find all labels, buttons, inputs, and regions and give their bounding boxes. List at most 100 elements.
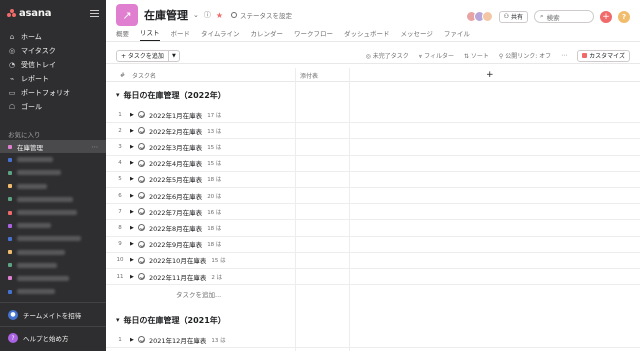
favorite-item[interactable] [0,193,106,206]
task-name[interactable]: 2022年2月在庫表 [149,126,202,136]
project-chart-icon[interactable]: ↗ [116,4,138,26]
complete-checkbox-icon[interactable] [138,336,145,344]
table-row[interactable]: 1 ▶ 2022年1月在庫表 17 は [106,107,640,124]
expand-subtasks-icon[interactable]: ▶ [130,112,138,118]
favorite-item-inventory[interactable]: 在庫管理 ⋯ [0,140,106,154]
task-name[interactable]: 2022年10月在庫表 [149,255,206,265]
task-name[interactable]: 2022年8月在庫表 [149,223,202,233]
table-row[interactable]: 9 ▶ 2022年9月在庫表 18 は [106,237,640,253]
favorite-item[interactable] [0,206,106,219]
task-name[interactable]: 2022年6月在庫表 [149,191,202,201]
more-options-icon[interactable]: ⋯ [561,52,567,59]
expand-subtasks-icon[interactable]: ▶ [130,176,138,182]
customize-button[interactable]: カスタマイズ [577,49,630,62]
star-icon[interactable]: ★ [216,11,223,20]
favorite-item[interactable] [0,232,106,245]
set-status-button[interactable]: ステータスを設定 [231,10,292,20]
share-button[interactable]: ⚇ 共有 [498,10,528,23]
expand-subtasks-icon[interactable]: ▶ [130,274,138,280]
table-row[interactable]: 10 ▶ 2022年10月在庫表 15 は [106,253,640,269]
expand-subtasks-icon[interactable]: ▶ [130,128,138,134]
column-header-attachment[interactable]: 添付表 [300,68,318,82]
more-options-icon[interactable]: ⋯ [92,143,99,151]
collapse-triangle-icon[interactable]: ▾ [116,91,120,99]
sort-button[interactable]: ⇅ ソート [464,51,489,60]
task-name[interactable]: 2022年4月在庫表 [149,158,202,168]
add-task-inline-button[interactable]: タスクを追加... [176,289,221,299]
table-row[interactable]: 2 ▶ 2022年2月在庫表 13 は [106,123,640,140]
add-task-button[interactable]: + タスクを追加 ▼ [116,49,180,62]
tab-4[interactable]: カレンダー [251,28,284,41]
complete-checkbox-icon[interactable] [138,273,145,281]
expand-subtasks-icon[interactable]: ▶ [130,209,138,215]
tab-1[interactable]: リスト [140,27,160,41]
help-button[interactable]: ? [618,10,630,23]
tab-8[interactable]: ファイル [444,28,470,41]
invite-teammates-button[interactable]: ● チームメイトを招待 [0,303,106,326]
incomplete-tasks-button[interactable]: ◎ 未完了タスク [366,51,409,60]
search-input[interactable]: ⌕ 検索 [534,10,594,23]
create-button[interactable]: + [600,10,612,23]
expand-subtasks-icon[interactable]: ▶ [130,241,138,247]
expand-subtasks-icon[interactable]: ▶ [130,160,138,166]
complete-checkbox-icon[interactable] [138,143,145,151]
tab-5[interactable]: ワークフロー [294,28,333,41]
tab-7[interactable]: メッセージ [401,28,433,41]
task-name[interactable]: 2022年9月在庫表 [149,239,202,249]
help-getting-started-button[interactable]: ? ヘルプと始め方 [0,326,106,349]
table-row[interactable]: 5 ▶ 2022年5月在庫表 18 は [106,172,640,188]
section-header[interactable]: ▾ 毎日の在庫管理（2022年） [116,88,226,102]
complete-checkbox-icon[interactable] [138,127,145,135]
complete-checkbox-icon[interactable] [138,192,145,200]
complete-checkbox-icon[interactable] [138,175,145,183]
expand-subtasks-icon[interactable]: ▶ [130,337,138,343]
table-row[interactable]: 4 ▶ 2022年4月在庫表 15 は [106,156,640,172]
tab-2[interactable]: ボード [171,28,191,41]
table-row[interactable]: 7 ▶ 2022年7月在庫表 16 は [106,204,640,221]
collapse-triangle-icon[interactable]: ▾ [116,316,120,324]
complete-checkbox-icon[interactable] [138,159,145,167]
table-row[interactable]: 6 ▶ 2022年6月在庫表 20 は [106,188,640,205]
task-name[interactable]: 2022年5月在庫表 [149,174,202,184]
expand-subtasks-icon[interactable]: ▶ [130,225,138,231]
expand-subtasks-icon[interactable]: ▶ [130,257,138,263]
favorites-header[interactable]: お気に入り [0,128,106,140]
add-column-button[interactable]: + [486,68,494,82]
sidebar-item-folder[interactable]: ▭ ポートフォリオ [0,86,106,100]
favorite-item[interactable] [0,219,106,232]
tab-0[interactable]: 概要 [116,28,129,41]
favorite-item[interactable] [0,166,106,179]
table-row[interactable]: 8 ▶ 2022年8月在庫表 18 は [106,220,640,237]
complete-checkbox-icon[interactable] [138,240,145,248]
expand-subtasks-icon[interactable]: ▶ [130,144,138,150]
section-header[interactable]: ▾ 毎日の在庫管理（2021年） [116,313,226,327]
favorite-item[interactable] [0,246,106,259]
chevron-down-icon[interactable]: ▼ [169,53,179,59]
sidebar-item-person[interactable]: ☖ ゴール [0,100,106,114]
complete-checkbox-icon[interactable] [138,111,145,119]
info-icon[interactable]: ⓘ [204,10,211,20]
table-row[interactable]: 1 ▶ 2021年12月在庫表 13 は [106,332,640,349]
filter-button[interactable]: ⩔ フィルター [419,51,454,61]
sidebar-item-home[interactable]: ⌂ ホーム [0,30,106,44]
task-name[interactable]: 2022年7月在庫表 [149,207,202,217]
favorite-item[interactable] [0,272,106,285]
expand-subtasks-icon[interactable]: ▶ [130,193,138,199]
project-title[interactable]: 在庫管理 [144,7,188,23]
member-avatars[interactable] [465,11,493,22]
favorite-item[interactable] [0,153,106,166]
public-link-button[interactable]: ⚲ 公開リンク: オフ [499,51,551,60]
task-name[interactable]: 2021年12月在庫表 [149,335,206,345]
task-name[interactable]: 2022年1月在庫表 [149,110,202,120]
asana-logo[interactable]: asana [7,8,52,19]
sidebar-item-check-circle[interactable]: ◎ マイタスク [0,44,106,58]
table-row[interactable]: 11 ▶ 2022年11月在庫表 2 は [106,269,640,286]
column-header-task-name[interactable]: タスク名 [132,68,156,82]
chevron-down-icon[interactable]: ⌄ [193,11,199,19]
task-name[interactable]: 2022年11月在庫表 [149,272,206,282]
favorite-item[interactable] [0,180,106,193]
favorite-item[interactable] [0,259,106,272]
favorite-item[interactable] [0,285,106,298]
complete-checkbox-icon[interactable] [138,224,145,232]
tab-6[interactable]: ダッシュボード [344,28,390,41]
